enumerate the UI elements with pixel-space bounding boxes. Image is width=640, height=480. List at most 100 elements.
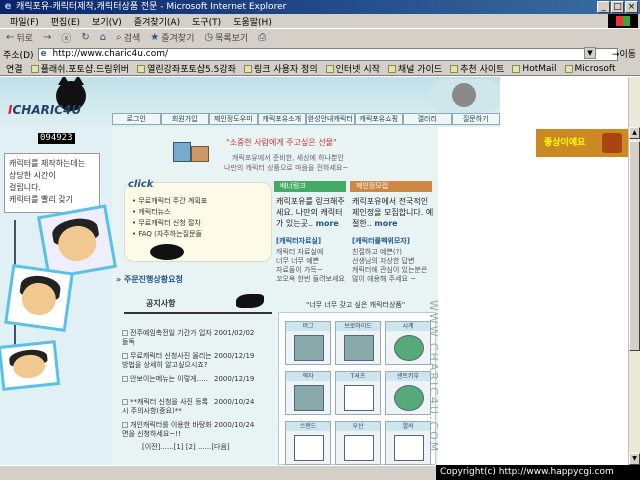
forward-button[interactable]: →	[43, 32, 51, 43]
nav-completed[interactable]: 완성안내캐릭터	[306, 113, 355, 125]
bullet-icon	[122, 376, 128, 382]
click-item-news[interactable]: • 캐릭터뉴스	[132, 207, 207, 218]
recruit-header: 제인정모집	[350, 181, 432, 192]
page-icon	[512, 64, 521, 73]
nav-question[interactable]: 질문하기	[451, 113, 500, 125]
link-item[interactable]: 플래쉬.포토샵.드림위버	[30, 62, 129, 75]
list-item[interactable]: **캐릭터 신청을 사진 등록시 주의사항(중요)** 2000/10/24	[122, 397, 278, 420]
nav-about[interactable]: 캐릭포유소개	[257, 113, 306, 125]
menu-favorites[interactable]: 즐겨찾기(A)	[134, 15, 180, 28]
menu-view[interactable]: 보기(V)	[92, 15, 122, 28]
library-text: 캐릭터 자료실에 너무 너무 예쁜 자료들이 가득~ 꼬오옥 한번 들려보세요	[276, 248, 345, 283]
address-dropdown-icon[interactable]: ▼	[584, 47, 596, 59]
address-bar: 주소(D) e http://www.charic4u.com/ ▼ →이동	[0, 46, 640, 62]
board-title: 공지사항	[146, 299, 176, 308]
link-item[interactable]: 인터넷 시작	[325, 62, 380, 75]
recruit-text: 캐릭포유에서 전국적인 제인정을 모집합니다. 예절한.. more	[352, 197, 434, 228]
link-item[interactable]: 열린강좌포토샵5.5강좌	[137, 62, 236, 75]
divider	[124, 312, 272, 314]
vertical-scrollbar[interactable]: ▲ ▼	[628, 77, 640, 465]
status-bar	[0, 465, 436, 480]
library-link[interactable]: [캐릭터자료실]	[276, 236, 321, 246]
print-button[interactable]: ⎙	[258, 32, 266, 43]
product-bromide[interactable]: 브로마이드	[335, 321, 381, 365]
close-button[interactable]: ×	[625, 1, 638, 13]
bullet-icon	[122, 422, 128, 428]
more-link[interactable]: more	[374, 219, 397, 228]
search-button[interactable]: ⌕ 검색	[116, 31, 140, 44]
links-label: 연결	[6, 65, 23, 75]
link-item[interactable]: Microsoft	[564, 64, 615, 74]
product-keyring[interactable]: 열쇠	[385, 421, 431, 465]
search-icon: ⌕	[116, 32, 122, 43]
product-tshirt[interactable]: T셔츠	[335, 371, 381, 415]
maximize-button[interactable]: □	[611, 1, 624, 13]
product-centerpiece[interactable]: 센트키부	[385, 371, 431, 415]
click-item-schedule[interactable]: • 무료캐릭터 주간 계획표	[132, 196, 207, 207]
windows-logo-icon	[608, 14, 638, 28]
nav-helper[interactable]: 제인정도우미	[209, 113, 258, 125]
menu-tools[interactable]: 도구(T)	[192, 15, 221, 28]
refresh-button[interactable]: ↻	[81, 32, 89, 43]
list-item[interactable]: 개인캐릭터를 이용한 바탕화면을 신청하세요~!! 2000/10/24	[122, 420, 278, 443]
get-character-link[interactable]: 캐릭터를 빨리 갖기	[9, 194, 95, 206]
window-titlebar: e 캐릭포유-캐릭터제작,캐릭터상품 전문 - Microsoft Intern…	[0, 0, 640, 14]
click-menu-list: • 무료캐릭터 주간 계획표 • 캐릭터뉴스 • 무료캐릭터 신청 절차 • F…	[132, 196, 207, 240]
bullet-icon	[122, 330, 128, 336]
vertical-watermark: WWW.CHARIC4U.COM	[427, 300, 440, 454]
nav-shop[interactable]: 캐릭포유쇼핑	[354, 113, 403, 125]
star-icon: ★	[150, 32, 160, 43]
list-item[interactable]: 무료캐릭터 신청사진 올리는 방법을 상세히 알고싶으시죠? 2000/12/19	[122, 351, 278, 374]
visitor-counter: 094923	[38, 133, 75, 144]
teacher-link[interactable]: [캐릭터를벡위모자]	[352, 236, 410, 246]
slogan-sub1: 캐릭포유에서 준비한, 세상에 하나뿐인	[232, 154, 344, 162]
go-button[interactable]: →이동	[612, 47, 636, 60]
banner-link-header: 배너링크	[274, 181, 346, 192]
nav-login[interactable]: 로그인	[112, 113, 161, 125]
back-button[interactable]: ← 뒤로	[6, 31, 33, 44]
page-icon	[30, 64, 39, 73]
list-item[interactable]: 안보이는메뉴는 이렇게..... 2000/12/19	[122, 374, 278, 397]
menu-file[interactable]: 파일(F)	[10, 15, 39, 28]
product-frame[interactable]: 액자	[285, 371, 331, 415]
page-icon	[564, 64, 573, 73]
product-clock[interactable]: 시계	[385, 321, 431, 365]
menu-bar: 파일(F) 편집(E) 보기(V) 즐겨찾기(A) 도구(T) 도움말(H)	[0, 14, 640, 28]
menu-edit[interactable]: 편집(E)	[51, 15, 80, 28]
link-item[interactable]: HotMail	[512, 64, 557, 74]
scroll-thumb[interactable]	[629, 141, 640, 351]
list-item[interactable]: 전주예임촉전일 기간가 입자 돌독 2001/02/02	[122, 328, 278, 351]
menu-help[interactable]: 도움말(H)	[233, 15, 272, 28]
gift-box-icon	[173, 136, 211, 164]
click-item-procedure[interactable]: • 무료캐릭터 신청 절차	[132, 218, 207, 229]
product-umbrella[interactable]: 우산	[335, 421, 381, 465]
link-item[interactable]: 채널 가이드	[387, 62, 442, 75]
pagination[interactable]: [이전]......[1] [2] ......[다음]	[142, 442, 230, 452]
home-button[interactable]: ⌂	[100, 32, 106, 43]
product-mug[interactable]: 머그	[285, 321, 331, 365]
click-item-faq[interactable]: • FAQ (자주하는질문들	[132, 229, 207, 240]
favorites-button[interactable]: ★ 즐겨찾기	[150, 31, 194, 44]
link-item[interactable]: 추천 사이트	[450, 62, 504, 75]
order-status-link[interactable]: » 주문진행상황요청	[116, 274, 183, 285]
nav-gallery[interactable]: 갤러리	[403, 113, 452, 125]
back-arrow-icon: ←	[6, 32, 15, 43]
history-button[interactable]: ◷ 목록보기	[204, 31, 248, 44]
scroll-down-icon[interactable]: ▼	[629, 453, 640, 465]
address-input[interactable]: e http://www.charic4u.com/	[37, 47, 618, 61]
more-link[interactable]: more	[316, 219, 339, 228]
avatar-girl	[0, 340, 61, 391]
scroll-up-icon[interactable]: ▲	[629, 127, 640, 139]
links-bar: 연결 플래쉬.포토샵.드림위버 열린강좌포토샵5.5강좌 링크 사용자 정의 인…	[0, 62, 640, 76]
link-item[interactable]: 링크 사용자 정의	[243, 62, 318, 75]
teacher-text: 친절하고 예쁜(?) 선생님의 자상한 답변 캐릭터에 관심이 있는분은 많이 …	[352, 248, 428, 283]
product-stand[interactable]: 스탠드	[285, 421, 331, 465]
minimize-button[interactable]: _	[597, 1, 610, 13]
nav-signup[interactable]: 회원가입	[160, 113, 209, 125]
black-cat-icon	[150, 244, 184, 260]
cat-badge[interactable]: 좋상이예요	[536, 129, 628, 157]
stop-button[interactable]: ⓧ	[61, 30, 71, 45]
megaphone-cat-icon	[236, 294, 264, 308]
site-logo[interactable]: ICHARIC4U	[8, 103, 81, 117]
header-mascot-icon	[430, 79, 500, 113]
